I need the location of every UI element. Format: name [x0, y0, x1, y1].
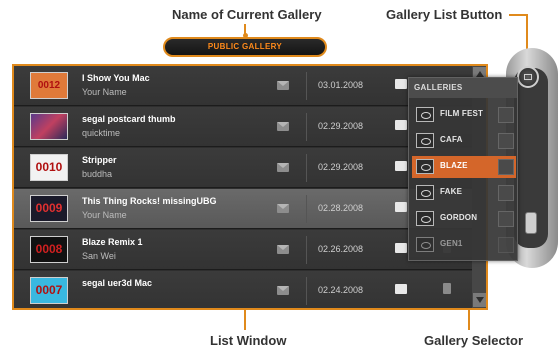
list-item[interactable]: 0007 segal uer3d Mac 02.24.2008 — [14, 271, 472, 308]
gallery-list-button[interactable] — [517, 66, 539, 88]
gallery-item-knob[interactable] — [498, 159, 514, 175]
gallery-item-knob[interactable] — [498, 237, 514, 253]
mail-icon[interactable] — [277, 286, 289, 295]
item-title: segal uer3d Mac — [82, 278, 153, 288]
thumbnail — [30, 113, 68, 140]
folder-icon[interactable] — [395, 161, 407, 171]
gallery-item[interactable]: CAFA — [412, 130, 516, 152]
folder-icon[interactable] — [395, 202, 407, 212]
callout-list-window: List Window — [210, 333, 287, 348]
gallery-item[interactable]: GEN1 — [412, 234, 516, 256]
gallery-item-knob[interactable] — [498, 185, 514, 201]
item-date: 03.01.2008 — [318, 80, 364, 90]
callout-gallery-selector: Gallery Selector — [424, 333, 523, 348]
divider — [306, 195, 307, 223]
callout-gallery-list-button: Gallery List Button — [386, 7, 503, 22]
item-title: segal postcard thumb — [82, 114, 176, 124]
item-subtitle: Your Name — [82, 87, 127, 97]
item-date: 02.29.2008 — [318, 121, 364, 131]
gallery-item-label: BLAZE — [440, 161, 468, 170]
item-subtitle: buddha — [82, 169, 113, 179]
divider — [306, 277, 307, 305]
list-item[interactable]: segal postcard thumb quicktime 02.29.200… — [14, 107, 472, 147]
item-title: I Show You Mac — [82, 73, 150, 83]
gallery-item-knob[interactable] — [498, 107, 514, 123]
eye-icon[interactable] — [416, 133, 434, 148]
trash-icon[interactable] — [443, 283, 451, 294]
gallery-item-knob[interactable] — [498, 133, 514, 149]
item-date: 02.24.2008 — [318, 285, 364, 295]
item-title: This Thing Rocks! missingUBG — [82, 196, 217, 206]
gallery-item-label: CAFA — [440, 135, 463, 144]
item-date: 02.26.2008 — [318, 244, 364, 254]
thumbnail: 0007 — [30, 277, 68, 304]
item-date: 02.29.2008 — [318, 162, 364, 172]
thumbnail: 0010 — [30, 154, 68, 181]
eye-icon[interactable] — [416, 185, 434, 200]
eye-icon[interactable] — [416, 107, 434, 122]
thumbnail: 0008 — [30, 236, 68, 263]
folder-icon[interactable] — [395, 284, 407, 294]
gallery-item-selected[interactable]: BLAZE — [412, 156, 516, 178]
divider — [306, 113, 307, 141]
eye-icon[interactable] — [416, 211, 434, 226]
mail-icon[interactable] — [277, 81, 289, 90]
gallery-item-label: GEN1 — [440, 239, 463, 248]
folder-icon[interactable] — [395, 120, 407, 130]
galleries-panel: GALLERIES FILM FEST CAFA BLAZE FAKE GORD… — [408, 77, 518, 261]
item-subtitle: quicktime — [82, 128, 121, 138]
callout-current-gallery: Name of Current Gallery — [172, 7, 322, 22]
current-gallery-name[interactable]: PUBLIC GALLERY — [163, 37, 327, 57]
item-subtitle: Your Name — [82, 210, 127, 220]
gallery-item-label: GORDON — [440, 213, 478, 222]
list-item[interactable]: 0010 Stripper buddha 02.29.2008 — [14, 148, 472, 188]
thumbnail: 0012 — [30, 72, 68, 99]
divider — [306, 154, 307, 182]
gallery-item[interactable]: GORDON — [412, 208, 516, 230]
divider — [306, 236, 307, 264]
gallery-item-label: FILM FEST — [440, 109, 484, 118]
gallery-item[interactable]: FILM FEST — [412, 104, 516, 126]
eye-icon[interactable] — [416, 159, 434, 174]
mail-icon[interactable] — [277, 163, 289, 172]
folder-icon[interactable] — [395, 243, 407, 253]
gallery-selector-handle[interactable] — [525, 212, 537, 234]
item-date: 02.28.2008 — [318, 203, 364, 213]
item-subtitle: San Wei — [82, 251, 116, 261]
list-item[interactable]: 0012 I Show You Mac Your Name 03.01.2008 — [14, 66, 472, 106]
thumbnail: 0009 — [30, 195, 68, 222]
divider — [306, 72, 307, 100]
folder-icon[interactable] — [395, 79, 407, 89]
callout-line — [509, 14, 527, 16]
scroll-down-arrow-icon[interactable] — [473, 293, 486, 307]
galleries-header: GALLERIES — [409, 78, 517, 98]
list-icon — [524, 74, 532, 80]
gallery-item-label: FAKE — [440, 187, 463, 196]
list-item[interactable]: 0008 Blaze Remix 1 San Wei 02.26.2008 — [14, 230, 472, 270]
eye-icon[interactable] — [416, 237, 434, 252]
item-title: Blaze Remix 1 — [82, 237, 143, 247]
gallery-item[interactable]: FAKE — [412, 182, 516, 204]
mail-icon[interactable] — [277, 204, 289, 213]
gallery-item-knob[interactable] — [498, 211, 514, 227]
mail-icon[interactable] — [277, 122, 289, 131]
mail-icon[interactable] — [277, 245, 289, 254]
list-item[interactable]: 0009 This Thing Rocks! missingUBG Your N… — [14, 189, 472, 229]
item-title: Stripper — [82, 155, 117, 165]
